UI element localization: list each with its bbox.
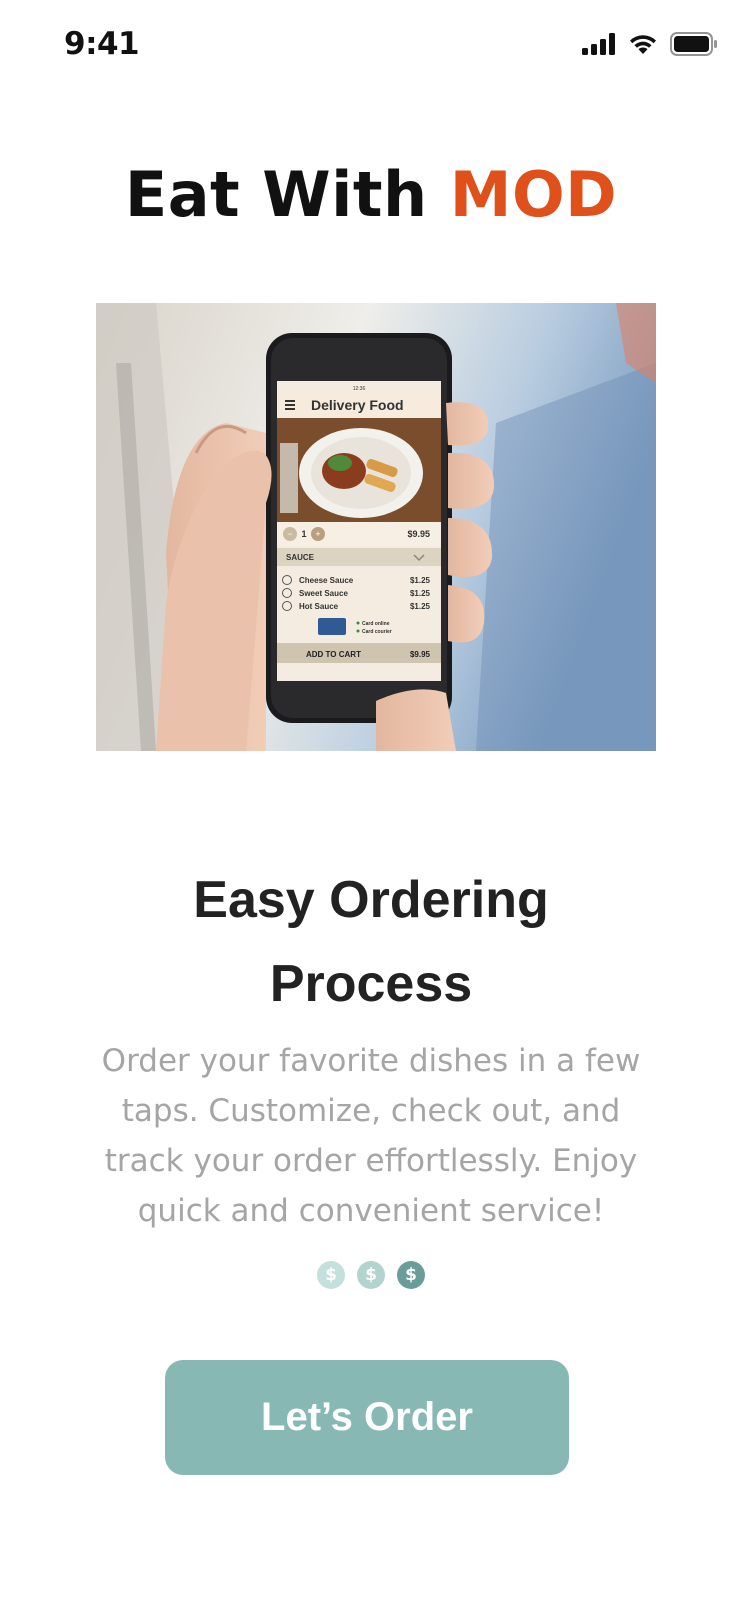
status-icons bbox=[582, 32, 718, 56]
add-to-cart-label: ADD TO CART bbox=[306, 650, 361, 659]
quantity-value: 1 bbox=[301, 529, 306, 539]
credit-card-icon bbox=[318, 618, 346, 635]
page-dot-dollar-icon[interactable]: $ bbox=[397, 1261, 425, 1289]
section-label: SAUCE bbox=[286, 553, 315, 562]
phone-time: 12:36 bbox=[353, 386, 366, 392]
description: Order your favorite dishes in a few taps… bbox=[82, 1036, 660, 1236]
option-name: Hot Sauce bbox=[299, 602, 339, 611]
cart-total: $9.95 bbox=[410, 650, 431, 659]
item-price: $9.95 bbox=[407, 529, 430, 539]
option-price: $1.25 bbox=[410, 576, 431, 585]
page-dot-dollar-icon[interactable]: $ bbox=[357, 1261, 385, 1289]
option-name: Cheese Sauce bbox=[299, 576, 354, 585]
svg-text:−: − bbox=[287, 529, 292, 539]
status-time: 9:41 bbox=[64, 26, 140, 62]
payment-method: Card courier bbox=[362, 629, 392, 635]
description-line: Order your favorite dishes in a few bbox=[101, 1043, 641, 1079]
headline-line-2: Process bbox=[269, 955, 473, 1013]
headline-line-1: Easy Ordering bbox=[193, 871, 549, 929]
battery-icon bbox=[670, 32, 717, 56]
page-indicator: $ $ $ bbox=[0, 1261, 742, 1289]
lets-order-button[interactable]: Let’s Order bbox=[165, 1360, 569, 1475]
brand-title-main: Eat With bbox=[124, 158, 450, 231]
status-bar: 9:41 bbox=[0, 0, 742, 92]
cellular-signal-icon bbox=[582, 33, 615, 55]
hero-image: 12:36 Delivery Food − 1 + $9.95 SAUCE Ch… bbox=[96, 303, 656, 751]
option-price: $1.25 bbox=[410, 602, 431, 611]
description-line: track your order effortlessly. Enjoy bbox=[104, 1143, 638, 1179]
wifi-icon bbox=[630, 35, 656, 54]
brand-title: Eat With MOD bbox=[0, 158, 742, 231]
page-dot-dollar-icon[interactable]: $ bbox=[317, 1261, 345, 1289]
headline: Easy Ordering Process bbox=[60, 858, 682, 1026]
description-line: taps. Customize, check out, and bbox=[121, 1093, 621, 1129]
brand-title-accent: MOD bbox=[449, 158, 618, 231]
svg-text:+: + bbox=[315, 529, 320, 539]
onboarding-screen: 9:41 Eat With MOD 12:36 Delivery Food − … bbox=[0, 0, 742, 1624]
app-title: Delivery Food bbox=[311, 397, 404, 413]
option-price: $1.25 bbox=[410, 589, 431, 598]
description-line: quick and convenient service! bbox=[137, 1193, 605, 1229]
option-name: Sweet Sauce bbox=[299, 589, 348, 598]
payment-method: Card online bbox=[362, 621, 390, 627]
hamburger-menu-icon bbox=[285, 400, 295, 410]
